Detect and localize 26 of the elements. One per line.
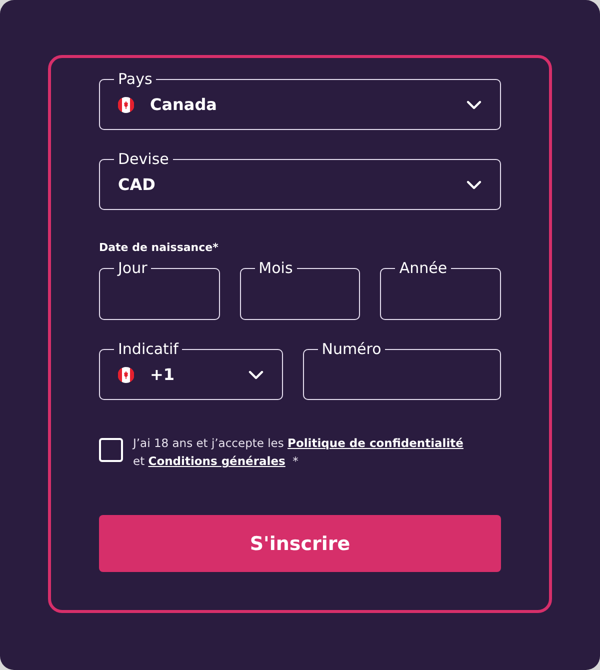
- field-label: Indicatif: [117, 342, 180, 356]
- consent-text: J’ai 18 ans et j’accepte les Politique de confidentialité et Conditions générales *: [133, 434, 464, 470]
- chevron-down-icon: [466, 180, 482, 190]
- link[interactable]: Conditions générales: [148, 454, 286, 468]
- input-field[interactable]: Numéro: [302, 342, 501, 400]
- field-label: Année: [398, 260, 448, 276]
- chevron-down-icon: [248, 370, 264, 380]
- field-label: Numéro: [320, 342, 382, 356]
- date-field[interactable]: Mois: [240, 260, 360, 320]
- field-label: Date de naissance*: [99, 240, 220, 256]
- link[interactable]: Politique de confidentialité: [288, 436, 464, 450]
- field-label: Mois: [258, 260, 294, 276]
- checkbox[interactable]: [99, 438, 123, 462]
- field-label: Jour: [116, 260, 148, 276]
- chevron-down-icon: [466, 100, 482, 110]
- field-value: Canada: [150, 94, 217, 116]
- select-field[interactable]: Pays Canada: [99, 72, 501, 130]
- select-field[interactable]: Devise CAD: [99, 152, 501, 210]
- field-value: +1: [150, 364, 175, 386]
- date-field[interactable]: Année: [380, 260, 502, 320]
- date-field[interactable]: Jour: [99, 260, 220, 320]
- field-label: Devise: [117, 152, 170, 167]
- submit-button[interactable]: S'inscrire: [99, 515, 501, 572]
- select-field[interactable]: Indicatif +1: [99, 342, 283, 400]
- field-label: Pays: [117, 72, 154, 87]
- field-value: CAD: [118, 174, 156, 196]
